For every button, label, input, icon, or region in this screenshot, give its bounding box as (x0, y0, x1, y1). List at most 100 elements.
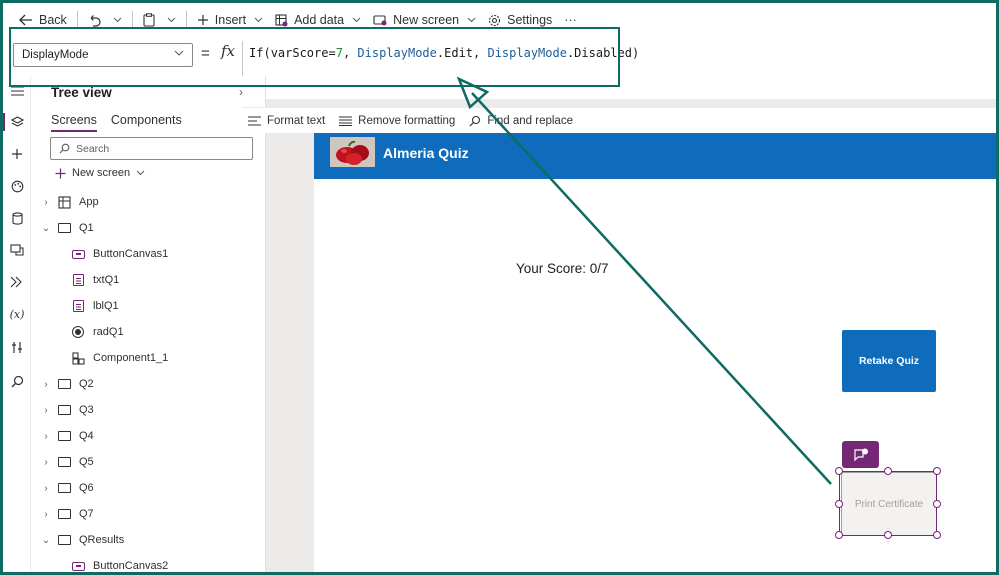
tree-item-q3[interactable]: › Q3 (37, 398, 265, 422)
tree-item-label: App (79, 196, 99, 208)
tools-icon[interactable] (8, 338, 26, 356)
tree-item-label: Q1 (79, 222, 94, 234)
chevron-right-icon[interactable]: › (41, 431, 51, 442)
tree-item-q1[interactable]: ⌄ Q1 (37, 216, 265, 240)
media-icon[interactable] (8, 241, 26, 259)
formula-token: , (342, 46, 358, 60)
tree-view-panel: Tree view › Screens Components Search Ne… (37, 76, 266, 572)
formula-token: = (328, 46, 336, 60)
score-label[interactable]: Your Score: 0/7 (516, 261, 609, 276)
menu-icon[interactable] (8, 82, 26, 100)
formula-token: DisplayMode (357, 46, 437, 60)
back-button[interactable]: Back (13, 6, 73, 34)
gear-icon (489, 14, 501, 26)
more-button[interactable]: ··· (558, 6, 583, 34)
chevron-right-icon[interactable]: › (41, 457, 51, 468)
tree-item-q4[interactable]: › Q4 (37, 424, 265, 448)
table-add-icon (275, 13, 288, 26)
chevron-right-icon[interactable]: › (41, 483, 51, 494)
search-icon (469, 115, 481, 126)
chevron-right-icon[interactable]: › (41, 379, 51, 390)
tab-components[interactable]: Components (111, 113, 182, 132)
chevron-down-icon (167, 17, 176, 23)
chevron-right-icon[interactable]: › (41, 197, 51, 208)
paste-button[interactable] (137, 6, 161, 34)
insert-button[interactable]: Insert (191, 6, 269, 34)
settings-button[interactable]: Settings (482, 6, 558, 34)
tree-item-q5[interactable]: › Q5 (37, 450, 265, 474)
power-automate-icon[interactable] (8, 273, 26, 291)
tree-search-input[interactable]: Search (50, 137, 253, 160)
search-icon (59, 143, 70, 154)
tree-item-label: ButtonCanvas2 (93, 560, 169, 572)
tree-item-label: QResults (79, 534, 125, 546)
label-icon (71, 273, 85, 287)
formula-token: varScore (270, 46, 329, 60)
tree-view-icon[interactable] (3, 113, 26, 131)
insert-label: Insert (214, 13, 247, 27)
fx-icon[interactable]: fx (221, 42, 235, 60)
peppers-image[interactable] (330, 137, 375, 167)
print-certificate-button[interactable]: Print Certificate (841, 472, 937, 536)
undo-dropdown[interactable] (107, 6, 128, 34)
chevron-down-icon[interactable]: ⌄ (41, 223, 51, 234)
chevron-down-icon[interactable]: ⌄ (41, 535, 51, 546)
formula-input[interactable]: If(varScore=7, DisplayMode.Edit, Display… (242, 41, 992, 99)
tree-item-label: txtQ1 (93, 274, 120, 286)
tree-item-label: Q3 (79, 404, 94, 416)
chevron-down-icon (136, 170, 145, 176)
database-icon[interactable] (8, 209, 26, 227)
chevron-down-icon (254, 17, 263, 23)
new-screen-link[interactable]: New screen (55, 167, 145, 179)
find-replace-label: Find and replace (487, 114, 573, 127)
property-dropdown[interactable]: DisplayMode (13, 43, 193, 67)
copilot-chip[interactable] (842, 441, 879, 468)
search-icon[interactable] (8, 372, 26, 390)
retake-quiz-button[interactable]: Retake Quiz (842, 330, 936, 392)
collapse-panel-icon[interactable]: › (239, 85, 243, 99)
tree-item-app[interactable]: › App (37, 190, 265, 214)
palette-icon[interactable] (8, 177, 26, 195)
tree-view-title: Tree view (51, 85, 112, 100)
formula-token: DisplayMode (487, 46, 567, 60)
tree-item-label: Component1_1 (93, 352, 169, 364)
tab-screens[interactable]: Screens (51, 113, 97, 132)
add-data-button[interactable]: Add data (269, 6, 367, 34)
app-header: Almeria Quiz (314, 133, 996, 179)
remove-formatting-icon (339, 116, 353, 126)
left-rail: (x) (3, 76, 31, 572)
tree-item-component1_1[interactable]: Component1_1 (37, 346, 265, 370)
tree-item-q6[interactable]: › Q6 (37, 476, 265, 500)
tree-item-label: ButtonCanvas1 (93, 248, 169, 260)
tree-item-txtq1[interactable]: txtQ1 (37, 268, 265, 292)
format-text-button[interactable]: Format text (248, 115, 325, 127)
tree-item-label: Q7 (79, 508, 94, 520)
tree-item-q7[interactable]: › Q7 (37, 502, 265, 526)
tree-item-buttoncanvas1[interactable]: ButtonCanvas1 (37, 242, 265, 266)
button-icon (71, 247, 85, 261)
screen-icon (57, 507, 71, 521)
new-screen-button[interactable]: New screen (367, 6, 482, 34)
find-replace-button[interactable]: Find and replace (469, 115, 573, 127)
variables-icon[interactable]: (x) (8, 305, 26, 323)
tree-item-lblq1[interactable]: lblQ1 (37, 294, 265, 318)
chevron-right-icon[interactable]: › (41, 405, 51, 416)
chevron-right-icon[interactable]: › (41, 509, 51, 520)
button-icon (71, 559, 85, 572)
chevron-down-icon (467, 17, 476, 23)
tree-item-q2[interactable]: › Q2 (37, 372, 265, 396)
tree-item-qresults[interactable]: ⌄ QResults (37, 528, 265, 552)
tree-item-radq1[interactable]: radQ1 (37, 320, 265, 344)
remove-formatting-button[interactable]: Remove formatting (339, 115, 455, 127)
chevron-down-icon (352, 17, 361, 23)
tree-item-label: radQ1 (93, 326, 124, 338)
screen-icon (57, 221, 71, 235)
paste-dropdown[interactable] (161, 6, 182, 34)
search-placeholder: Search (76, 142, 110, 155)
screen-icon (57, 455, 71, 469)
tree-item-buttoncanvas2[interactable]: ButtonCanvas2 (37, 554, 265, 572)
undo-button[interactable] (82, 6, 107, 34)
screen-icon (57, 429, 71, 443)
tree-item-label: Q5 (79, 456, 94, 468)
plus-icon[interactable] (8, 145, 26, 163)
